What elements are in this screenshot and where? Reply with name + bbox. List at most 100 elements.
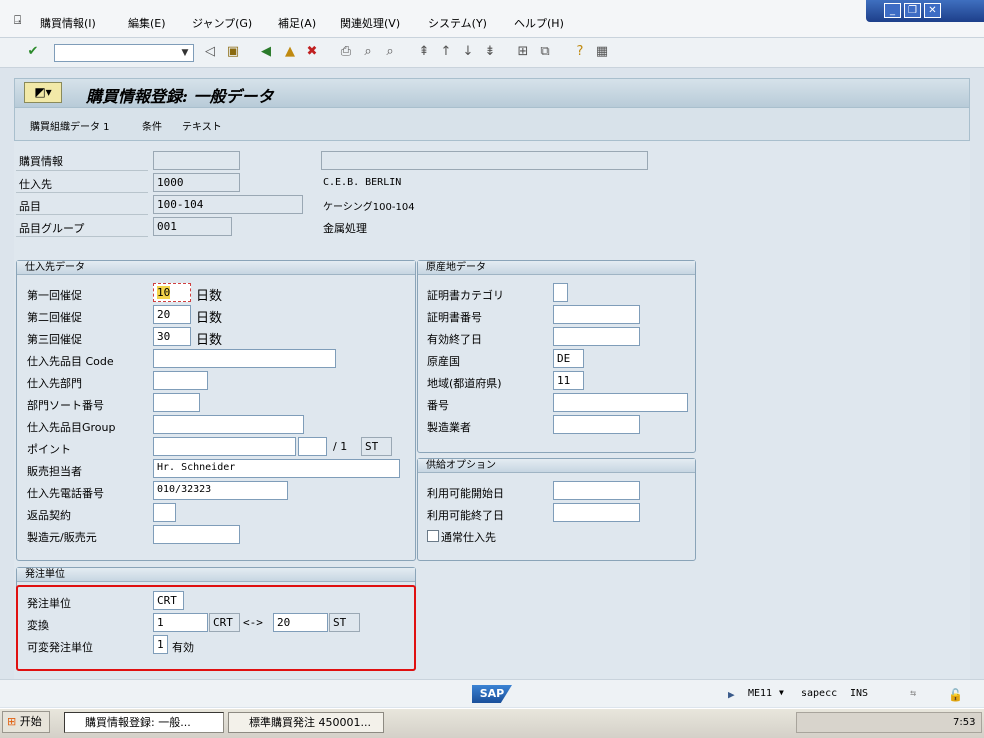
menu-goto[interactable]: ジャンプ(G) bbox=[192, 15, 252, 31]
cert-category-field[interactable] bbox=[553, 283, 568, 302]
reminder1-field[interactable]: 10 bbox=[153, 283, 191, 302]
play-icon[interactable]: ▶ bbox=[728, 688, 735, 701]
phone-label: 仕入先電話番号 bbox=[27, 487, 104, 500]
points-label: ポイント bbox=[27, 443, 71, 456]
cert-category-label: 証明書カテゴリ bbox=[427, 289, 504, 302]
vendor-label: 仕入先 bbox=[19, 178, 52, 191]
system-tray: 7:53 bbox=[796, 712, 982, 733]
region-field[interactable]: 11 bbox=[553, 371, 584, 390]
country-label: 原産国 bbox=[427, 355, 460, 368]
origin-data-title: 原産地データ bbox=[418, 261, 695, 275]
menu-extras[interactable]: 補足(A) bbox=[278, 15, 316, 31]
transaction-code: ME11 bbox=[748, 688, 773, 699]
sub-range-field[interactable] bbox=[153, 371, 208, 390]
avail-to-field[interactable] bbox=[553, 503, 640, 522]
menu-system[interactable]: システム(Y) bbox=[428, 15, 487, 31]
system-name: sapecc bbox=[801, 688, 838, 699]
points-per-field[interactable] bbox=[298, 437, 327, 456]
sort-number-field[interactable] bbox=[153, 393, 200, 412]
next-page-icon[interactable]: ↓ bbox=[460, 44, 476, 60]
other-info-button[interactable]: ◩▾ bbox=[24, 82, 62, 103]
cert-number-field[interactable] bbox=[553, 305, 640, 324]
days-unit-2: 日数 bbox=[196, 311, 223, 326]
reminder2-label: 第二回催促 bbox=[27, 311, 82, 324]
help-icon[interactable]: ? bbox=[572, 44, 588, 60]
supply-option-title: 供給オプション bbox=[418, 459, 695, 473]
days-unit-3: 日数 bbox=[196, 333, 223, 348]
country-field[interactable]: DE bbox=[553, 349, 584, 368]
vendor-matgroup-field[interactable] bbox=[153, 415, 304, 434]
texts-button[interactable]: テキスト bbox=[182, 118, 222, 133]
taskbar-item-label: 購買情報登録: 一般... bbox=[85, 716, 191, 729]
material-group-field: 001 bbox=[153, 217, 232, 236]
enter-icon[interactable]: ✔ bbox=[25, 44, 41, 60]
valid-to-field[interactable] bbox=[553, 327, 640, 346]
points-per-unit: / 1 bbox=[333, 440, 348, 453]
insert-mode: INS bbox=[850, 688, 869, 699]
menu-bar: ⍈ 購買情報(I) 編集(E) ジャンプ(G) 補足(A) 関連処理(V) シス… bbox=[0, 0, 984, 38]
points-field[interactable] bbox=[153, 437, 296, 456]
taskbar-item-purchase-order[interactable]: 標準購買発注 450001... bbox=[228, 712, 384, 733]
windows-icon: ⊞ bbox=[7, 715, 17, 728]
salesperson-field[interactable]: Hr. Schneider bbox=[153, 459, 400, 478]
menu-purchasing-info[interactable]: 購買情報(I) bbox=[40, 15, 96, 31]
manufacturer-field[interactable] bbox=[553, 415, 640, 434]
taskbar-item-info-record[interactable]: 購買情報登録: 一般... bbox=[64, 712, 224, 733]
first-page-icon[interactable]: ⇞ bbox=[416, 44, 432, 60]
restore-icon[interactable]: ❐ bbox=[904, 3, 921, 18]
vendor-matgroup-label: 仕入先品目Group bbox=[27, 421, 116, 434]
menu-help[interactable]: ヘルプ(H) bbox=[514, 15, 564, 31]
regular-vendor-checkbox[interactable] bbox=[427, 530, 439, 542]
highlight-box bbox=[16, 585, 416, 671]
vendor-material-field[interactable] bbox=[153, 349, 336, 368]
minimize-icon[interactable]: _ bbox=[884, 3, 901, 18]
close-icon[interactable]: ✕ bbox=[924, 3, 941, 18]
vendor-name: C.E.B. BERLIN bbox=[323, 177, 402, 188]
create-session-icon[interactable]: ⊞ bbox=[515, 44, 531, 60]
last-page-icon[interactable]: ⇟ bbox=[482, 44, 498, 60]
info-record-desc bbox=[321, 151, 648, 170]
layout-icon[interactable]: ▦ bbox=[594, 44, 610, 60]
reminder2-field[interactable]: 20 bbox=[153, 305, 191, 324]
connection-icon: ⇆ bbox=[910, 688, 917, 699]
start-button[interactable]: ⊞ 开始 bbox=[2, 711, 50, 733]
menu-environment[interactable]: 関連処理(V) bbox=[340, 15, 400, 31]
cancel-icon[interactable]: ✖ bbox=[304, 44, 320, 60]
return-agreement-field[interactable] bbox=[153, 503, 176, 522]
lock-icon: 🔓 bbox=[948, 688, 963, 702]
info-record-field bbox=[153, 151, 240, 170]
vendor-material-label: 仕入先品目 Code bbox=[27, 355, 114, 368]
sort-number-label: 部門ソート番号 bbox=[27, 399, 104, 412]
print-icon[interactable]: ⎙ bbox=[338, 44, 354, 60]
menu-icon[interactable]: ⍈ bbox=[14, 13, 21, 28]
number-field[interactable] bbox=[553, 393, 688, 412]
shortcut-icon[interactable]: ⧉ bbox=[537, 44, 553, 60]
back-icon[interactable]: ◀ bbox=[258, 44, 274, 60]
command-back-arrow-icon[interactable]: ◁ bbox=[202, 44, 218, 60]
menu-edit[interactable]: 編集(E) bbox=[128, 15, 166, 31]
producer-field[interactable] bbox=[153, 525, 240, 544]
find-icon[interactable]: ⌕ bbox=[360, 44, 376, 60]
reminder3-field[interactable]: 30 bbox=[153, 327, 191, 346]
chevron-down-icon[interactable]: ▼ bbox=[178, 45, 192, 61]
material-field: 100-104 bbox=[153, 195, 303, 214]
number-label: 番号 bbox=[427, 399, 449, 412]
exit-icon[interactable]: ▲ bbox=[282, 44, 298, 60]
info-record-label: 購買情報 bbox=[19, 155, 63, 168]
material-group-label: 品目グループ bbox=[19, 222, 85, 235]
save-icon[interactable]: ▣ bbox=[225, 44, 241, 60]
sub-range-label: 仕入先部門 bbox=[27, 377, 82, 390]
reminder3-label: 第三回催促 bbox=[27, 333, 82, 346]
valid-to-label: 有効終了日 bbox=[427, 333, 482, 346]
previous-page-icon[interactable]: ↑ bbox=[438, 44, 454, 60]
command-field[interactable] bbox=[54, 44, 194, 62]
purch-org-data-button[interactable]: 購買組織データ 1 bbox=[30, 118, 110, 133]
reminder1-value: 10 bbox=[157, 286, 171, 299]
phone-field[interactable]: 010/32323 bbox=[153, 481, 288, 500]
chevron-down-icon[interactable]: ▼ bbox=[779, 688, 784, 697]
reminder1-label: 第一回催促 bbox=[27, 289, 82, 302]
avail-from-field[interactable] bbox=[553, 481, 640, 500]
clock: 7:53 bbox=[953, 717, 976, 728]
find-next-icon[interactable]: ⌕ bbox=[382, 44, 398, 60]
conditions-button[interactable]: 条件 bbox=[142, 118, 162, 133]
